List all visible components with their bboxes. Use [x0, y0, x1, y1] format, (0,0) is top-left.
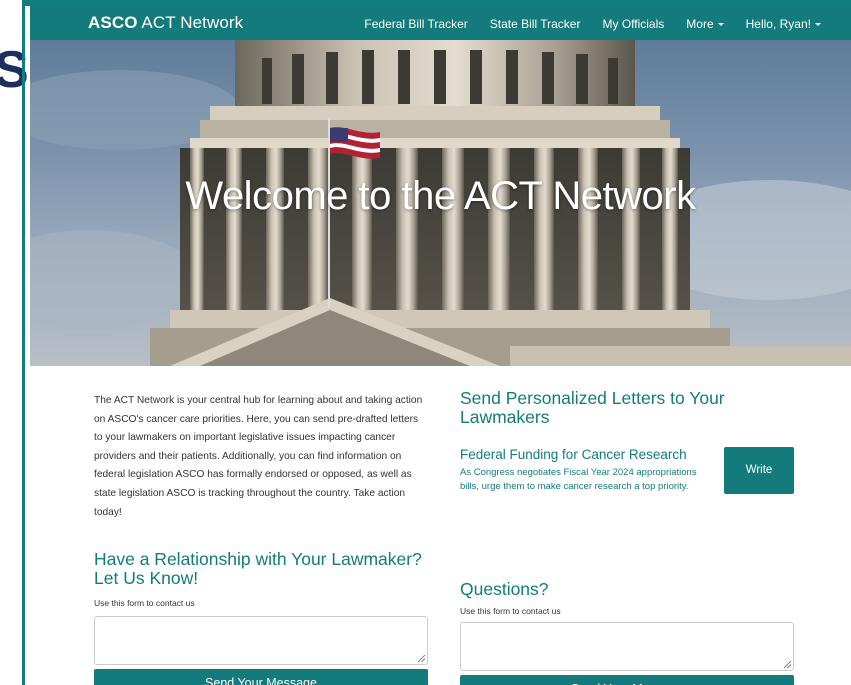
questions-heading: Questions? [460, 579, 549, 599]
intro-paragraph: The ACT Network is your central hub for … [94, 395, 423, 518]
caret-down-icon [717, 23, 724, 27]
nav-my-officials[interactable]: My Officials [602, 17, 664, 31]
relationship-heading: Have a Relationship with Your Lawmaker? … [94, 549, 422, 589]
relationship-form-label: Use this form to contact us [94, 598, 195, 609]
nav-user-menu[interactable]: Hello, Ryan! [746, 17, 821, 31]
letter-description: As Congress negotiates Fiscal Year 2024 … [460, 467, 697, 492]
frame-border-left [22, 0, 25, 685]
hero-banner: Welcome to the ACT Network [30, 40, 851, 366]
brand-rest: ACT Network [137, 13, 244, 32]
resize-grip-icon[interactable] [784, 661, 791, 668]
write-button[interactable]: Write [724, 447, 794, 494]
nav-state-bill-tracker[interactable]: State Bill Tracker [490, 17, 581, 31]
left-column: The ACT Network is your central hub for … [94, 392, 428, 685]
hero-title: Welcome to the ACT Network [185, 174, 696, 218]
navbar: ASCO ACT Network Federal Bill Tracker St… [30, 6, 851, 40]
letters-heading: Send Personalized Letters to Your Lawmak… [460, 388, 725, 427]
letter-card: Federal Funding for Cancer Research As C… [460, 447, 794, 554]
caret-down-icon [815, 23, 821, 27]
resize-grip-icon[interactable] [418, 655, 425, 663]
questions-send-button[interactable]: Send Your Message [460, 675, 794, 685]
questions-message-textarea[interactable] [460, 622, 794, 671]
nav-more-label: More [686, 17, 714, 31]
questions-form-label: Use this form to contact us [460, 606, 561, 616]
brand-bold: ASCO [88, 13, 138, 32]
relationship-message-textarea[interactable] [94, 616, 428, 666]
relationship-send-button[interactable]: Send Your Message [94, 669, 428, 685]
right-column: Send Personalized Letters to Your Lawmak… [460, 389, 794, 685]
nav-links: Federal Bill Tracker State Bill Tracker … [342, 17, 821, 31]
nav-more-dropdown[interactable]: More [686, 17, 724, 31]
brand-logo[interactable]: ASCO ACT Network [88, 13, 243, 33]
page: S ASCO ACT Network Federal Bill Tracker … [0, 0, 851, 685]
backdrop-strip: S [0, 0, 30, 685]
nav-federal-bill-tracker[interactable]: Federal Bill Tracker [364, 17, 467, 31]
nav-user-label: Hello, Ryan! [745, 17, 811, 31]
